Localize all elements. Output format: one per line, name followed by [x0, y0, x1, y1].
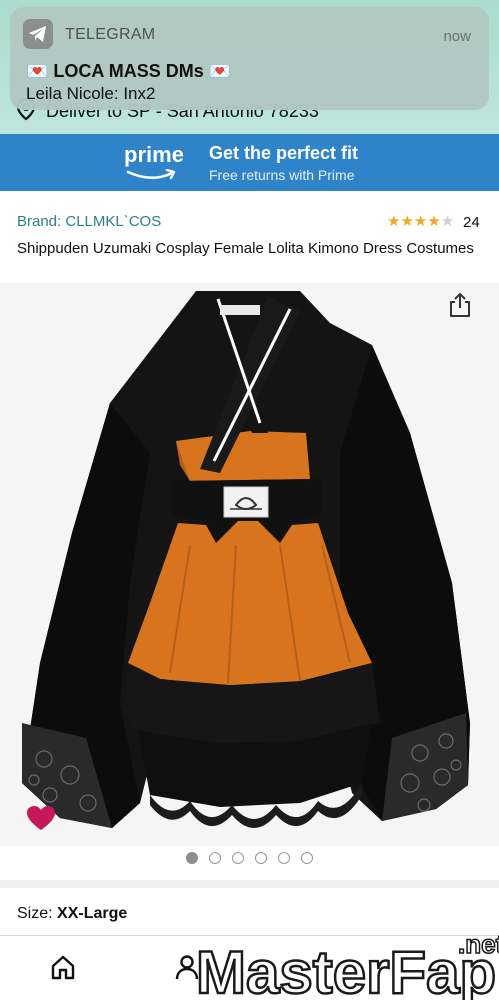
heart-icon[interactable] — [26, 805, 56, 836]
carousel-dot[interactable] — [186, 852, 198, 864]
prime-headline: Get the perfect fit — [209, 143, 359, 163]
masterfap-watermark: MasterFap .net — [195, 925, 499, 1000]
notification-body: Leila Nicole: Inx2 — [26, 84, 156, 103]
carousel-dot[interactable] — [232, 852, 244, 864]
kimono-dress-image — [22, 291, 470, 828]
carousel-dot[interactable] — [301, 852, 313, 864]
telegram-icon — [23, 19, 53, 49]
size-selector[interactable]: Size: XX-Large — [17, 905, 127, 923]
carousel-dot[interactable] — [209, 852, 221, 864]
star-icon: ★ — [400, 213, 414, 230]
rating-count[interactable]: 24 — [463, 214, 480, 231]
prime-smile-icon — [126, 168, 178, 186]
notification-app-name: TELEGRAM — [65, 26, 156, 43]
telegram-notification[interactable]: TELEGRAM now 💌 LOCA MASS DMs 💌 Leila Nic… — [10, 7, 489, 110]
size-value: XX-Large — [57, 905, 128, 922]
prime-logo: prime — [124, 142, 184, 167]
notification-title: 💌 LOCA MASS DMs 💌 — [26, 61, 232, 81]
star-icon: ★ — [413, 213, 428, 230]
size-label: Size: — [17, 905, 53, 922]
star-icon: ★ — [387, 213, 401, 230]
star-icon: ★ — [427, 213, 441, 230]
share-icon[interactable] — [448, 292, 472, 323]
image-carousel-dots[interactable] — [0, 852, 499, 864]
star-icon: ★ — [440, 213, 455, 230]
section-divider — [0, 880, 499, 888]
prime-subtext: Free returns with Prime — [209, 167, 355, 183]
carousel-dot[interactable] — [278, 852, 290, 864]
carousel-dot[interactable] — [255, 852, 267, 864]
watermark-suffix: .net — [458, 929, 499, 959]
notification-time: now — [443, 28, 471, 45]
product-title: Shippuden Uzumaki Cosplay Female Lolita … — [17, 240, 474, 257]
prime-banner[interactable]: prime Get the perfect fit Free returns w… — [0, 134, 499, 191]
brand-link[interactable]: Brand: CLLMKL`COS — [17, 213, 161, 230]
rating-stars[interactable]: ★ ★ ★ ★ ★ — [387, 213, 454, 230]
watermark-text: MasterFap — [196, 939, 496, 1000]
home-icon[interactable] — [50, 954, 76, 985]
product-image[interactable] — [0, 283, 499, 846]
